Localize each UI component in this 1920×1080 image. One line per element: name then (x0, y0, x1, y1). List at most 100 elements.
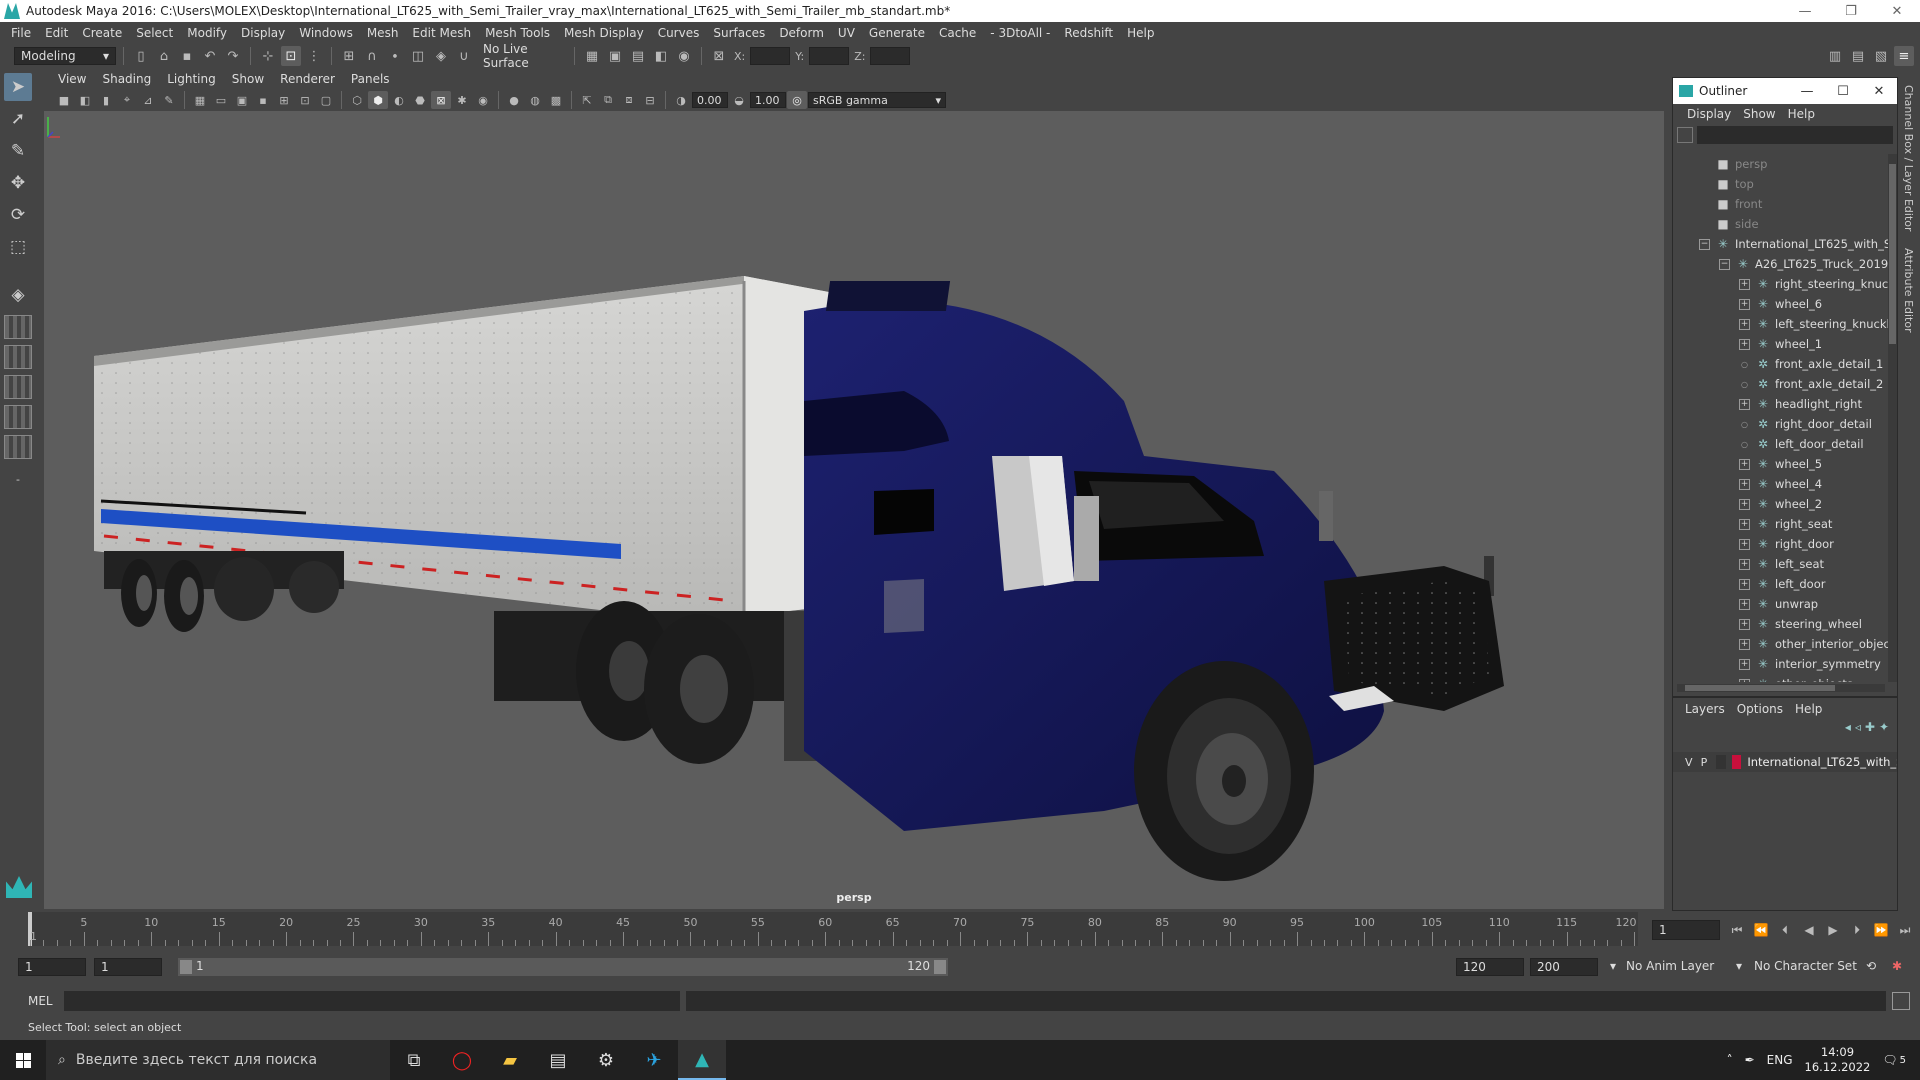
menu-select[interactable]: Select (129, 26, 180, 40)
expand-icon[interactable]: + (1739, 458, 1750, 470)
opera-browser-icon[interactable]: ◯ (438, 1040, 486, 1080)
layout-four-view-icon[interactable] (4, 315, 32, 339)
close-button[interactable]: ✕ (1874, 0, 1920, 22)
snap-curve-icon[interactable]: ∩ (362, 46, 382, 66)
move-layer-up-icon[interactable]: ◂ (1845, 720, 1851, 742)
new-layer-from-selected-icon[interactable]: ✦ (1879, 720, 1889, 742)
range-bar[interactable]: 1 120 (178, 958, 948, 976)
menu-edit-mesh[interactable]: Edit Mesh (405, 26, 478, 40)
expand-icon[interactable]: + (1739, 278, 1750, 290)
channel-box-icon[interactable]: ≡ (1894, 46, 1914, 66)
filter-icon[interactable] (1677, 127, 1693, 143)
image-plane-icon[interactable]: ⌖ (117, 91, 137, 109)
resolution-gate-icon[interactable]: ▣ (232, 91, 252, 109)
new-empty-layer-icon[interactable]: ✚ (1865, 720, 1875, 742)
minimize-button[interactable]: — (1782, 0, 1828, 22)
playback-start-field[interactable]: 1 (94, 958, 162, 976)
outliner-item[interactable]: + ✳ right_seat (1673, 514, 1889, 534)
layer-row[interactable]: V P International_LT625_with_Semi_Traile… (1673, 752, 1897, 772)
outliner-item[interactable]: ○ ✲ front_axle_detail_1 (1673, 354, 1889, 374)
start-button[interactable] (0, 1040, 46, 1080)
collapse-icon[interactable]: − (1719, 258, 1730, 270)
save-scene-icon[interactable]: ▪ (177, 46, 197, 66)
outliner-menu-help[interactable]: Help (1782, 107, 1821, 121)
expand-icon[interactable]: + (1739, 478, 1750, 490)
2d-pan-zoom-icon[interactable]: ⊿ (138, 91, 158, 109)
expand-icon[interactable]: + (1739, 498, 1750, 510)
xray-icon[interactable]: ⧉ (598, 91, 618, 109)
expand-icon[interactable]: + (1739, 538, 1750, 550)
outliner-item[interactable]: + ✳ left_seat (1673, 554, 1889, 574)
scrollbar-thumb[interactable] (1889, 164, 1896, 344)
outliner-item[interactable]: + ✳ unwrap (1673, 594, 1889, 614)
step-back-frame-icon[interactable]: ⏪ (1750, 920, 1772, 940)
show-manipulator-icon[interactable]: ◈ (4, 281, 32, 309)
expand-icon[interactable]: + (1739, 338, 1750, 350)
x-coord-field[interactable] (750, 47, 791, 65)
menu-deform[interactable]: Deform (772, 26, 831, 40)
color-management-icon[interactable]: ◎ (787, 91, 807, 109)
go-to-start-icon[interactable]: ⏮ (1726, 920, 1748, 940)
outliner-item[interactable]: ■ side (1673, 214, 1889, 234)
tool-settings-icon[interactable]: ▧ (1871, 46, 1891, 66)
outliner-maximize-button[interactable]: ☐ (1825, 84, 1861, 99)
animation-start-field[interactable]: 1 (18, 958, 86, 976)
outliner-item[interactable]: + ✳ right_door (1673, 534, 1889, 554)
menu-set-dropdown[interactable]: Modeling ▾ (14, 47, 116, 65)
menu-cache[interactable]: Cache (932, 26, 983, 40)
character-set-dropdown[interactable]: No Character Set (1748, 958, 1863, 976)
outliner-item[interactable]: + ✳ interior_symmetry (1673, 654, 1889, 674)
clock[interactable]: 14:09 16.12.2022 (1805, 1045, 1871, 1075)
outliner-item[interactable]: ■ front (1673, 194, 1889, 214)
field-chart-icon[interactable]: ⊞ (274, 91, 294, 109)
outliner-horizontal-scrollbar[interactable] (1677, 684, 1885, 692)
select-object-icon[interactable]: ⊡ (281, 46, 301, 66)
expand-icon[interactable]: + (1739, 618, 1750, 630)
z-coord-field[interactable] (870, 47, 911, 65)
viewport-menu-show[interactable]: Show (224, 72, 272, 86)
snap-surface-icon[interactable]: ◈ (431, 46, 451, 66)
paint-select-tool-icon[interactable]: ✎ (4, 137, 32, 165)
viewport-menu-view[interactable]: View (50, 72, 94, 86)
menu-help[interactable]: Help (1120, 26, 1161, 40)
notifications-icon[interactable]: 🗨 (1882, 1053, 1897, 1067)
step-back-key-icon[interactable]: ⏴ (1774, 920, 1796, 940)
command-input[interactable] (64, 991, 680, 1011)
outliner-item[interactable]: + ✳ other_objects (1673, 674, 1889, 682)
outliner-item[interactable]: + ✳ headlight_right (1673, 394, 1889, 414)
outliner-item[interactable]: + ✳ wheel_6 (1673, 294, 1889, 314)
render-settings-icon[interactable]: ▦ (582, 46, 602, 66)
outliner-item[interactable]: + ✳ left_steering_knuckle (1673, 314, 1889, 334)
gamma-field[interactable]: 1.00 (750, 92, 786, 108)
select-tool-icon[interactable]: ➤ (4, 73, 32, 101)
menu-display[interactable]: Display (234, 26, 292, 40)
layer-playback-toggle[interactable]: P (1701, 756, 1711, 769)
auto-key-icon[interactable]: ⟲ (1860, 958, 1882, 976)
shadows-icon[interactable]: ◉ (473, 91, 493, 109)
maya-taskbar-icon[interactable]: ▲ (678, 1040, 726, 1080)
render-frame-icon[interactable]: ▣ (605, 46, 625, 66)
select-hierarchy-icon[interactable]: ⊹ (258, 46, 278, 66)
outliner-item[interactable]: + ✳ steering_wheel (1673, 614, 1889, 634)
viewport-menu-lighting[interactable]: Lighting (159, 72, 224, 86)
hypershade-icon[interactable]: ◉ (674, 46, 694, 66)
redo-icon[interactable]: ↷ (223, 46, 243, 66)
wireframe-icon[interactable]: ⬡ (347, 91, 367, 109)
layout-outliner-persp-icon[interactable] (4, 375, 32, 399)
y-coord-field[interactable] (809, 47, 850, 65)
layout-two-view-icon[interactable] (4, 345, 32, 369)
safe-title-icon[interactable]: ▢ (316, 91, 336, 109)
go-to-end-icon[interactable]: ⏭ (1894, 920, 1916, 940)
menu-mesh-display[interactable]: Mesh Display (557, 26, 651, 40)
xray-active-icon[interactable]: ⧈ (619, 91, 639, 109)
camera-select-icon[interactable]: ■ (54, 91, 74, 109)
textured-icon[interactable]: ⊠ (431, 91, 451, 109)
outliner-item[interactable]: + ✳ wheel_1 (1673, 334, 1889, 354)
outliner-menu-show[interactable]: Show (1737, 107, 1781, 121)
film-gate-icon[interactable]: ▭ (211, 91, 231, 109)
range-end-handle[interactable] (934, 960, 946, 974)
viewport-menu-panels[interactable]: Panels (343, 72, 398, 86)
menu-modify[interactable]: Modify (180, 26, 234, 40)
new-scene-icon[interactable]: ▯ (131, 46, 151, 66)
tab-attribute-editor[interactable]: Attribute Editor (1898, 240, 1919, 341)
